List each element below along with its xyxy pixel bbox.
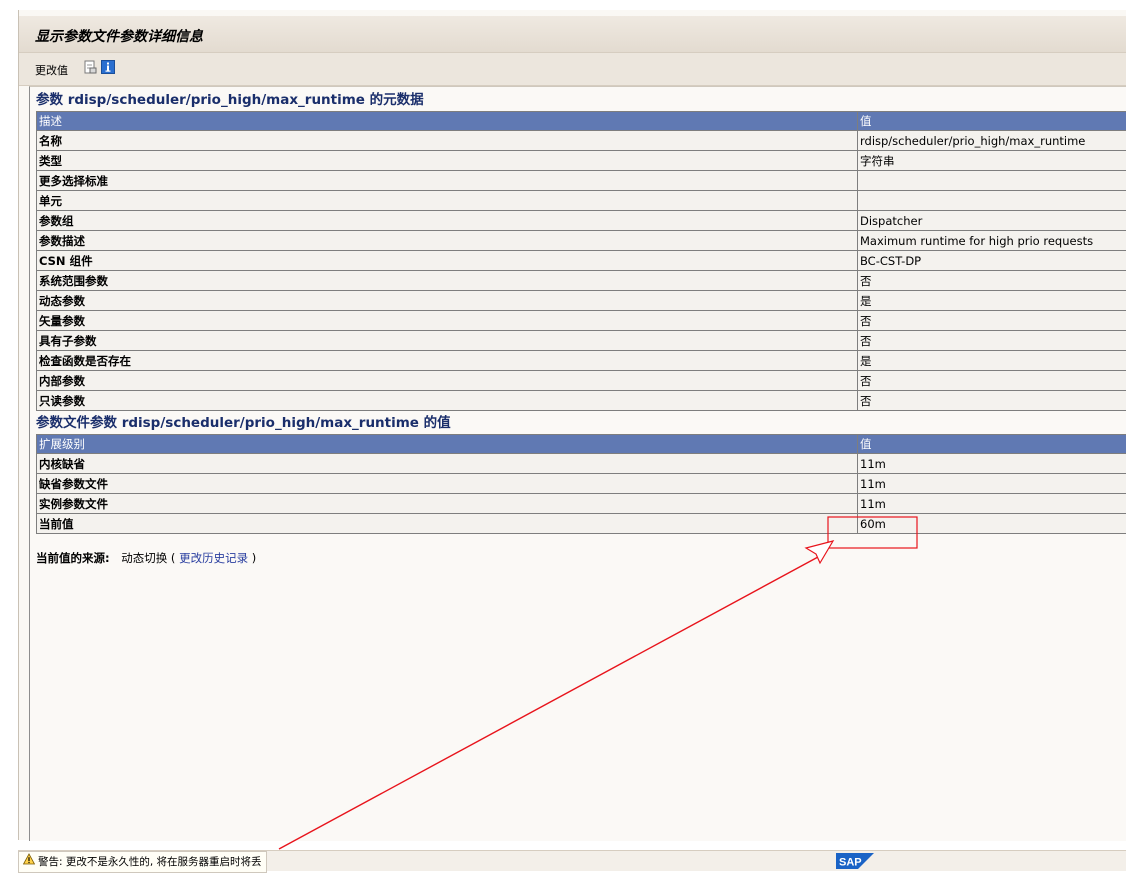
- row-label: CSN 组件: [36, 250, 858, 271]
- change-value-button[interactable]: 更改值: [35, 62, 68, 78]
- row-value: 11m: [857, 473, 1126, 494]
- table-header: 扩展级别 值: [36, 434, 1126, 454]
- value-source: 当前值的来源: 动态切换 ( 更改历史记录 ): [36, 550, 256, 566]
- table-row[interactable]: 单元: [36, 190, 1126, 211]
- metadata-table: 描述 值 名称 rdisp/scheduler/prio_high/max_run…: [36, 111, 1126, 411]
- table-row[interactable]: 矢量参数否: [36, 310, 1126, 331]
- sap-window: 显示参数文件参数详细信息 更改值 参数 rdisp/scheduler/prio…: [18, 10, 1126, 841]
- table-row[interactable]: 内核缺省 11m: [36, 453, 1126, 474]
- table-row[interactable]: 系统范围参数否: [36, 270, 1126, 291]
- source-value: 动态切换: [121, 551, 168, 565]
- table-row[interactable]: 当前值 60m: [36, 513, 1126, 534]
- row-label: 当前值: [36, 513, 858, 534]
- metadata-section-title: 参数 rdisp/scheduler/prio_high/max_runtime…: [36, 92, 424, 108]
- page-title: 显示参数文件参数详细信息: [35, 29, 203, 45]
- row-label: 动态参数: [36, 290, 858, 311]
- row-label: 只读参数: [36, 390, 858, 411]
- row-value: [857, 170, 1126, 191]
- row-label: 更多选择标准: [36, 170, 858, 191]
- table-row[interactable]: 检查函数是否存在是: [36, 350, 1126, 371]
- warning-text: 警告: 更改不是永久性的, 将在服务器重启时将丢: [38, 856, 262, 868]
- row-label: 参数组: [36, 210, 858, 231]
- column-header-level[interactable]: 扩展级别: [36, 434, 858, 454]
- table-row[interactable]: 类型 字符串: [36, 150, 1126, 171]
- change-history-link[interactable]: 更改历史记录: [179, 551, 248, 565]
- row-label: 内核缺省: [36, 453, 858, 474]
- values-section-title: 参数文件参数 rdisp/scheduler/prio_high/max_run…: [36, 415, 451, 431]
- info-icon[interactable]: [101, 60, 115, 74]
- warning-icon: [22, 852, 36, 872]
- column-header-value[interactable]: 值: [857, 111, 1126, 131]
- svg-text:SAP: SAP: [839, 857, 862, 869]
- table-row[interactable]: 只读参数否: [36, 390, 1126, 411]
- row-value: 否: [857, 330, 1126, 351]
- row-label: 单元: [36, 190, 858, 211]
- source-label: 当前值的来源:: [36, 551, 110, 565]
- row-value: Dispatcher: [857, 210, 1126, 231]
- table-row[interactable]: 参数描述 Maximum runtime for high prio reques…: [36, 230, 1126, 251]
- current-value-cell: 60m: [857, 513, 1126, 534]
- table-row[interactable]: 内部参数否: [36, 370, 1126, 391]
- status-bar: 警告: 更改不是永久性的, 将在服务器重启时将丢 SAP: [18, 850, 1126, 873]
- row-value: BC-CST-DP: [857, 250, 1126, 271]
- row-value: Maximum runtime for high prio requests: [857, 230, 1126, 251]
- table-row[interactable]: 动态参数是: [36, 290, 1126, 311]
- document-icon[interactable]: [83, 60, 97, 74]
- row-label: 实例参数文件: [36, 493, 858, 514]
- row-label: 内部参数: [36, 370, 858, 391]
- table-row[interactable]: CSN 组件 BC-CST-DP: [36, 250, 1126, 271]
- application-toolbar: 更改值: [19, 53, 1126, 86]
- row-value: 是: [857, 350, 1126, 371]
- row-value: 是: [857, 290, 1126, 311]
- row-label: 具有子参数: [36, 330, 858, 351]
- row-value: 否: [857, 370, 1126, 391]
- values-table: 扩展级别 值 内核缺省 11m 缺省参数文件 11m 实例参数文件 11m 当前值 60…: [36, 434, 1126, 534]
- row-value: 字符串: [857, 150, 1126, 171]
- row-label: 系统范围参数: [36, 270, 858, 291]
- column-header-value[interactable]: 值: [857, 434, 1126, 454]
- row-value: 11m: [857, 493, 1126, 514]
- row-label: 参数描述: [36, 230, 858, 251]
- open-paren: (: [170, 551, 176, 565]
- warning-message[interactable]: 警告: 更改不是永久性的, 将在服务器重启时将丢: [18, 851, 267, 873]
- main-content: 参数 rdisp/scheduler/prio_high/max_runtime…: [29, 86, 1126, 841]
- row-value: 11m: [857, 453, 1126, 474]
- table-row[interactable]: 实例参数文件 11m: [36, 493, 1126, 514]
- table-row[interactable]: 更多选择标准: [36, 170, 1126, 191]
- row-label: 检查函数是否存在: [36, 350, 858, 371]
- row-value: 否: [857, 310, 1126, 331]
- row-value: 否: [857, 270, 1126, 291]
- column-header-description[interactable]: 描述: [36, 111, 858, 131]
- row-value: [857, 190, 1126, 211]
- row-label: 名称: [36, 130, 858, 151]
- table-row[interactable]: 缺省参数文件 11m: [36, 473, 1126, 494]
- table-header: 描述 值: [36, 111, 1126, 131]
- row-value: rdisp/scheduler/prio_high/max_runtime: [857, 130, 1126, 151]
- sap-logo: SAP: [836, 853, 874, 869]
- row-label: 类型: [36, 150, 858, 171]
- table-row[interactable]: 名称 rdisp/scheduler/prio_high/max_runtime: [36, 130, 1126, 151]
- row-label: 矢量参数: [36, 310, 858, 331]
- row-value: 否: [857, 390, 1126, 411]
- row-label: 缺省参数文件: [36, 473, 858, 494]
- title-bar: 显示参数文件参数详细信息: [19, 16, 1126, 53]
- table-row[interactable]: 参数组 Dispatcher: [36, 210, 1126, 231]
- close-paren: ): [251, 551, 257, 565]
- table-row[interactable]: 具有子参数否: [36, 330, 1126, 351]
